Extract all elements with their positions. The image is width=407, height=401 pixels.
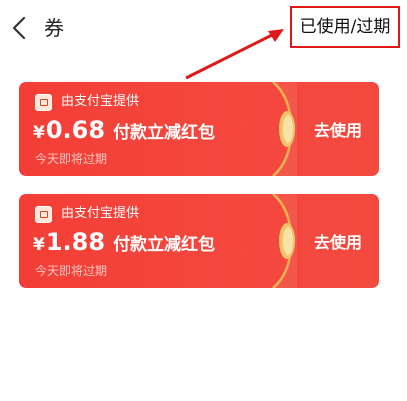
coupons-page: 券 已使用/过期 由支付宝提供 ¥ 0.68 付款立减红包 今天即将过期 去使用 [0, 0, 407, 401]
use-button[interactable]: 去使用 [297, 82, 379, 176]
red-packet-icon [35, 93, 52, 111]
coupon-card: 由支付宝提供 ¥ 0.68 付款立减红包 今天即将过期 去使用 [19, 82, 379, 176]
coupon-title: 付款立减红包 [113, 123, 216, 143]
provider-row: 由支付宝提供 [35, 204, 139, 224]
amount-row: ¥ 1.88 付款立减红包 [33, 228, 215, 258]
page-title: 券 [44, 16, 64, 40]
chevron-left-icon[interactable] [8, 14, 30, 42]
expire-text: 今天即将过期 [35, 264, 108, 278]
header-bar: 券 已使用/过期 [0, 0, 407, 60]
provider-row: 由支付宝提供 [35, 92, 139, 112]
coupon-divider [272, 82, 297, 176]
currency-symbol: ¥ [33, 235, 45, 255]
coupon-card: 由支付宝提供 ¥ 1.88 付款立减红包 今天即将过期 去使用 [19, 194, 379, 288]
coupon-amount: 1.88 [45, 228, 106, 256]
red-packet-icon [35, 205, 52, 223]
coupon-divider [272, 194, 297, 288]
use-button[interactable]: 去使用 [297, 194, 379, 288]
used-expired-link[interactable]: 已使用/过期 [290, 6, 400, 48]
expire-text: 今天即将过期 [35, 152, 108, 166]
amount-row: ¥ 0.68 付款立减红包 [33, 116, 215, 146]
currency-symbol: ¥ [33, 123, 45, 143]
coupon-title: 付款立减红包 [113, 235, 216, 255]
provider-text: 由支付宝提供 [61, 206, 140, 221]
provider-text: 由支付宝提供 [61, 94, 140, 109]
coupon-amount: 0.68 [45, 116, 106, 144]
